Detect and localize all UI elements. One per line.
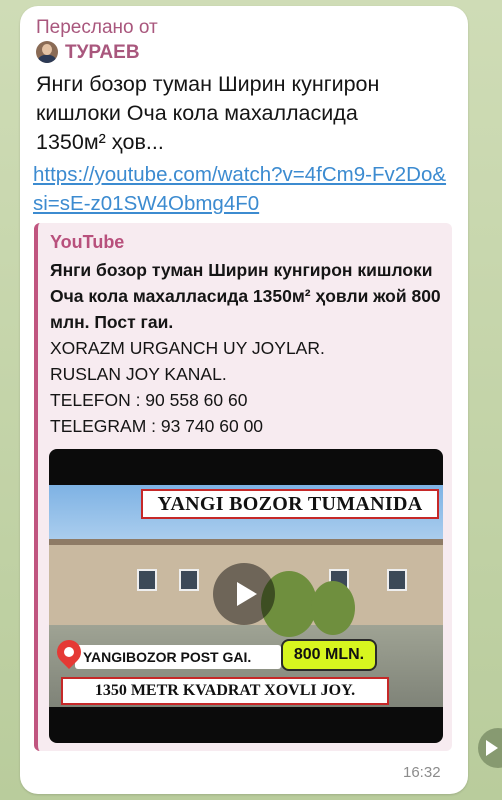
- preview-title: Янги бозор туман Ширин кунгирон кишлоки …: [50, 260, 441, 332]
- thumbnail-title-banner: YANGI BOZOR TUMANIDA: [141, 489, 439, 519]
- avatar-face: [42, 44, 52, 55]
- message-text: Янги бозор туман Ширин кунгирон кишлоки …: [36, 70, 456, 157]
- preview-description: XORAZM URGANCH UY JOYLAR. RUSLAN JOY KAN…: [50, 335, 450, 439]
- message-timestamp: 16:32: [403, 764, 441, 781]
- avatar-body: [37, 55, 57, 63]
- message-text-line: 1350м² ҳов...: [36, 130, 164, 154]
- preview-description-line: RUSLAN JOY KANAL.: [50, 364, 227, 384]
- preview-description-line: TELEGRAM : 93 740 60 00: [50, 416, 264, 436]
- forwarded-from-label: Переслано от: [36, 17, 158, 38]
- forward-sender-name[interactable]: ТУРАЕВ: [65, 42, 140, 64]
- message-text-line: Янги бозор туман Ширин кунгирон: [36, 72, 380, 96]
- preview-site-name: YouTube: [50, 232, 125, 252]
- youtube-link[interactable]: https://youtube.com/watch?v=4fCm9-Fv2Do&…: [33, 160, 453, 218]
- sender-avatar[interactable]: [36, 41, 58, 63]
- preview-description-line: XORAZM URGANCH UY JOYLAR.: [50, 338, 325, 358]
- message-text-line: кишлоки Оча кола махалласида: [36, 101, 358, 125]
- thumbnail-area-banner: 1350 METR KVADRAT XOVLI JOY.: [61, 677, 389, 705]
- preview-description-line: TELEFON : 90 558 60 60: [50, 390, 248, 410]
- video-thumbnail[interactable]: YANGI BOZOR TUMANIDA YANGIBOZOR POST GAI…: [49, 449, 443, 743]
- play-icon[interactable]: [213, 563, 275, 625]
- thumbnail-price-badge: 800 MLN.: [281, 639, 377, 671]
- thumbnail-location-label: YANGIBOZOR POST GAI.: [75, 645, 281, 669]
- thumbnail-window: [137, 569, 157, 591]
- thumbnail-tree: [311, 581, 355, 635]
- thumbnail-window: [179, 569, 199, 591]
- thumbnail-window: [387, 569, 407, 591]
- share-icon[interactable]: [478, 728, 502, 768]
